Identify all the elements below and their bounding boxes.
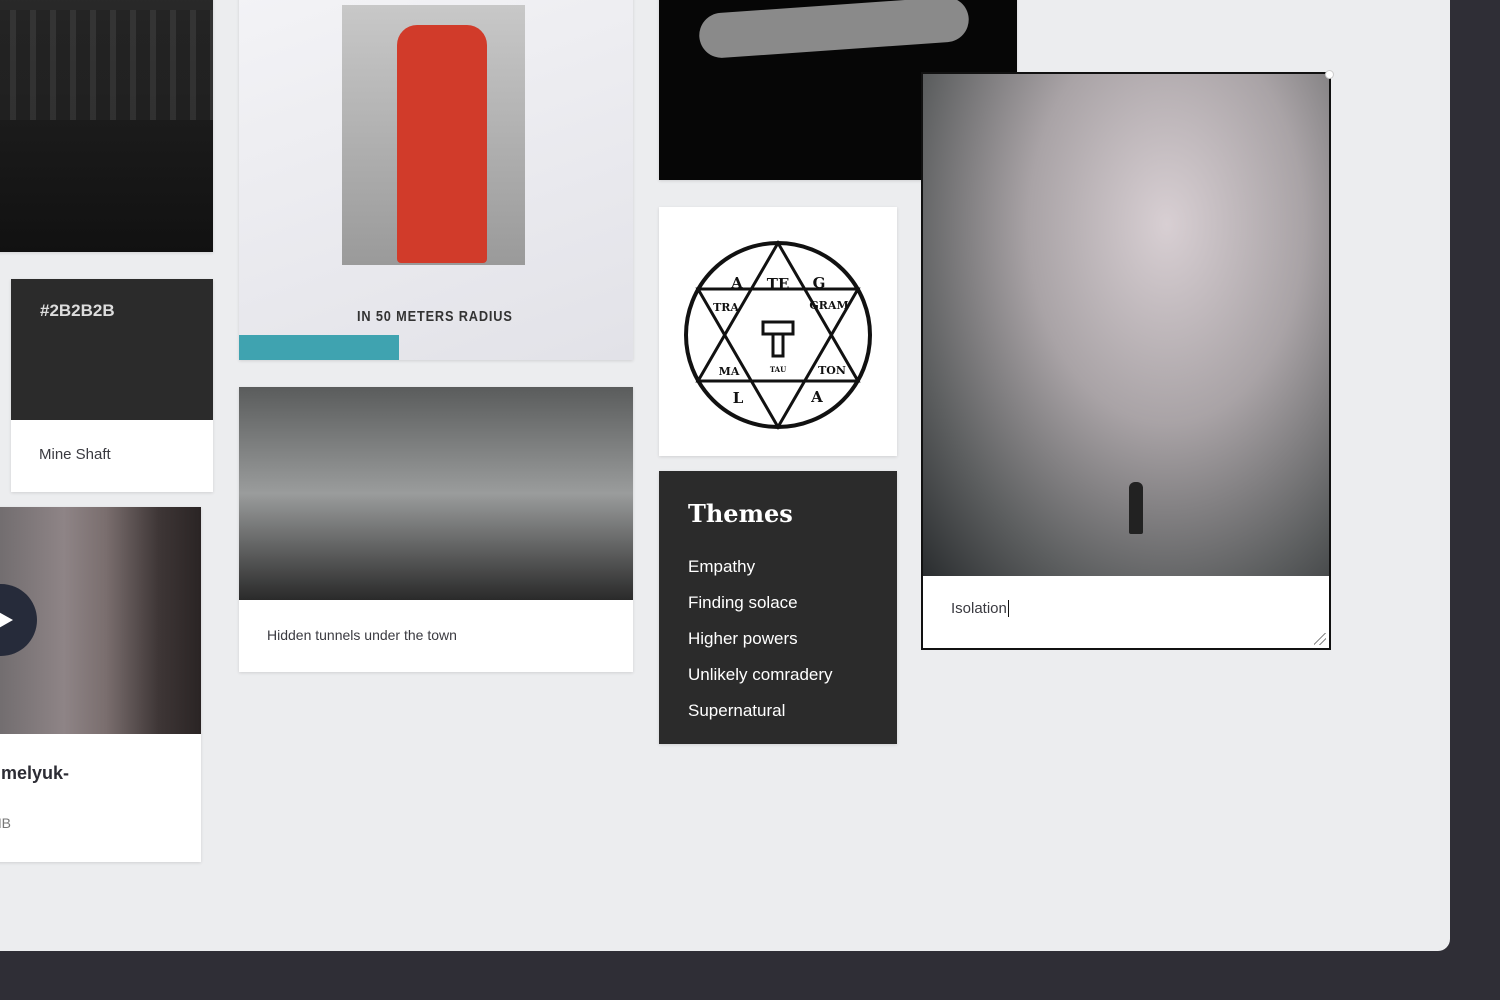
silhouette [1129, 482, 1143, 534]
themes-title: Themes [688, 499, 793, 528]
sigil-word: A [810, 388, 823, 406]
scribble [697, 0, 971, 60]
color-swatch-card[interactable]: #2B2B2B Mine Shaft [11, 279, 213, 492]
selection-corner-handle[interactable] [1325, 70, 1334, 79]
theme-item: Unlikely comradery [688, 665, 833, 684]
sigil-word: GRAM [809, 299, 848, 312]
poster-image-card[interactable]: IN 50 METERS RADIUS [239, 0, 633, 360]
color-hex: #2B2B2B [40, 301, 115, 320]
house-image [0, 10, 213, 120]
house-image-card[interactable] [0, 0, 213, 252]
torn-edge [239, 335, 399, 360]
play-icon [0, 611, 13, 629]
fog-image [923, 74, 1329, 576]
moodboard-canvas: #2B2B2B Mine Shaft nmelyuk- MB IN 50 MET… [0, 0, 1450, 951]
sigil-word: A [730, 274, 743, 292]
video-size: MB [0, 815, 11, 831]
sigil-word: TRA [713, 301, 739, 314]
hexagram-sigil: A TE G TRA GRAM MA TAU TON L A [684, 240, 872, 430]
sigil-word: TON [818, 364, 846, 377]
forest-caption: Hidden tunnels under the town [267, 627, 457, 643]
sigil-word: L [733, 389, 744, 407]
forest-card[interactable]: Hidden tunnels under the town [239, 387, 633, 672]
theme-item: Higher powers [688, 629, 798, 648]
sigil-word: G [813, 274, 826, 292]
video-card[interactable]: nmelyuk- MB [0, 507, 201, 862]
video-title: nmelyuk- [0, 763, 70, 783]
theme-item: Supernatural [688, 701, 786, 720]
sigil-image-card[interactable]: A TE G TRA GRAM MA TAU TON L A [659, 207, 897, 456]
red-figure [397, 25, 487, 263]
sigil-word: TAU [770, 365, 786, 374]
color-name: Mine Shaft [39, 446, 111, 463]
sigil-word: TE [767, 275, 790, 293]
poster-text: IN 50 METERS RADIUS [357, 308, 513, 325]
theme-item: Finding solace [688, 593, 798, 612]
fog-image-card-selected[interactable]: Isolation [921, 72, 1331, 650]
resize-handle-icon[interactable] [1314, 633, 1326, 645]
theme-item: Empathy [688, 557, 756, 576]
sigil-word: MA [719, 365, 740, 378]
themes-note[interactable]: Themes Empathy Finding solace Higher pow… [659, 471, 897, 744]
caption-input[interactable]: Isolation [951, 600, 1009, 617]
forest-image [239, 387, 633, 600]
themes-list: Empathy Finding solace Higher powers Unl… [688, 549, 833, 729]
